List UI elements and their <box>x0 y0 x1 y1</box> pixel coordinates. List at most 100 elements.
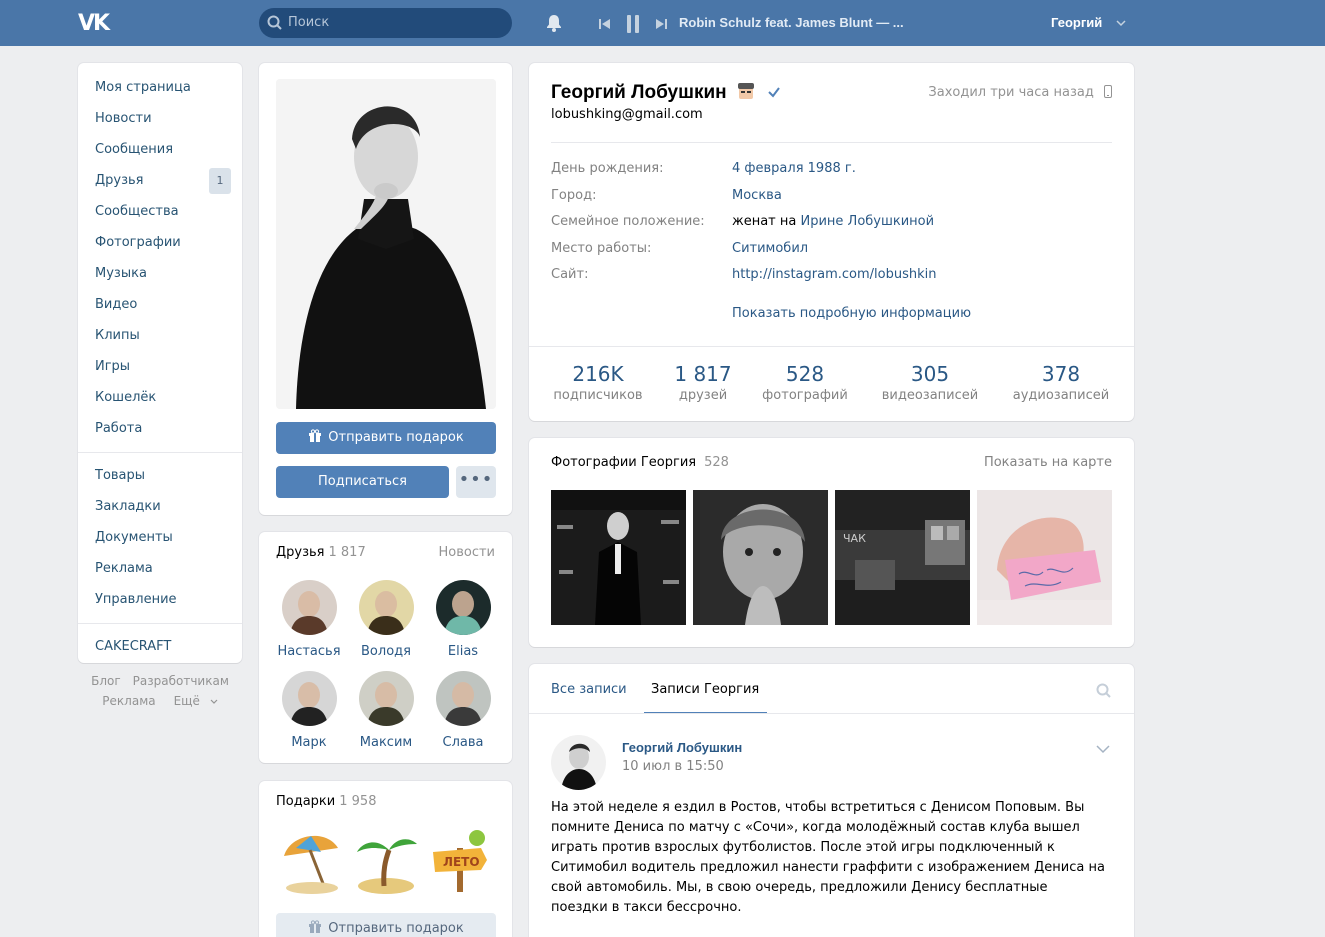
sidebar-item[interactable]: Игры <box>78 356 242 387</box>
sidebar-item[interactable]: Моя страница <box>78 77 242 108</box>
gift-icon <box>309 429 322 442</box>
sidebar-item[interactable]: Документы <box>78 527 242 558</box>
profile-counter[interactable]: 528 фотографий <box>745 362 865 403</box>
friend-item[interactable]: Марк <box>274 671 344 750</box>
profile-counter[interactable]: 378 аудиозаписей <box>1001 362 1121 403</box>
friend-item[interactable]: Максим <box>351 671 421 750</box>
send-gift-label: Отправить подарок <box>328 430 464 445</box>
sidebar-item[interactable]: Товары <box>78 465 242 496</box>
footer-link-blog[interactable]: Блог <box>91 674 121 688</box>
sidebar-item-label: Управление <box>95 592 177 607</box>
photos-block: Фотографии Георгия 528 Показать на карте … <box>529 438 1134 647</box>
friend-item[interactable]: Настасья <box>274 580 344 659</box>
sidebar-item[interactable]: Реклама <box>78 558 242 589</box>
sidebar-item-label: Моя страница <box>95 80 191 95</box>
sidebar-item[interactable]: Работа <box>78 418 242 449</box>
show-on-map-link[interactable]: Показать на карте <box>984 455 1112 470</box>
sidebar-item[interactable]: Музыка <box>78 263 242 294</box>
site-link[interactable]: http://instagram.com/lobushkin <box>732 267 936 282</box>
sidebar-item[interactable]: Фотографии <box>78 232 242 263</box>
sidebar-item[interactable]: Кошелёк <box>78 387 242 418</box>
gift-icon <box>309 920 322 933</box>
nav-divider <box>78 623 242 624</box>
avatar-card: Отправить подарок Подписаться ••• <box>259 63 512 515</box>
gifts-block: Подарки 1 958 ЛЕТО Отправить подарок <box>259 781 512 937</box>
send-gift-button-secondary[interactable]: Отправить подарок <box>276 913 496 937</box>
friend-item[interactable]: Слава <box>428 671 498 750</box>
sidebar-item-label: Кошелёк <box>95 390 157 405</box>
sidebar-item[interactable]: Видео <box>78 294 242 325</box>
svg-text:ЛЕТО: ЛЕТО <box>443 855 480 869</box>
notifications-bell-icon[interactable] <box>544 13 564 33</box>
sidebar-item[interactable]: CAKECRAFT <box>78 636 242 667</box>
post-author-name[interactable]: Георгий Лобушкин <box>622 740 742 755</box>
photo-thumbnail[interactable] <box>693 490 828 625</box>
send-gift-button[interactable]: Отправить подарок <box>276 422 496 454</box>
post-author-avatar[interactable] <box>551 735 606 790</box>
chevron-down-icon[interactable] <box>1096 745 1110 754</box>
wall-block: Все записи Записи Георгия Георгий Лобушк… <box>529 664 1134 937</box>
friends-block: Друзья 1 817 Новости Настасья Володя Elias М… <box>259 532 512 763</box>
friend-name: Elias <box>447 644 479 659</box>
birthday-link[interactable]: 4 февраля 1988 г. <box>732 161 856 176</box>
profile-info-card: Георгий Лобушкин lobushking@gmail.com За… <box>529 63 1134 421</box>
tab-own-posts[interactable]: Записи Георгия <box>651 682 759 697</box>
gifts-title[interactable]: Подарки 1 958 <box>276 794 376 809</box>
gift-palm-icon[interactable] <box>351 826 421 896</box>
verified-icon <box>768 87 781 98</box>
top-bar: VK Поиск Robin Schulz feat. James Blunt … <box>0 0 1325 46</box>
friend-avatar <box>358 580 414 635</box>
footer-link-ads[interactable]: Реклама <box>102 694 155 708</box>
user-menu-name[interactable]: Георгий <box>1051 15 1102 30</box>
friend-avatar <box>281 580 337 635</box>
subscribe-button[interactable]: Подписаться <box>276 466 449 498</box>
footer-link-developers[interactable]: Разработчикам <box>133 674 229 688</box>
post-date[interactable]: 10 июл в 15:50 <box>622 759 724 774</box>
work-link[interactable]: Ситимобил <box>732 241 808 256</box>
footer-link-more[interactable]: Ещё <box>168 694 218 708</box>
counter-label: видеозаписей <box>881 388 979 403</box>
show-more-info-link[interactable]: Показать подробную информацию <box>732 306 971 321</box>
sidebar-item[interactable]: Сообщения <box>78 139 242 170</box>
sidebar-item-label: Сообщества <box>95 204 179 219</box>
profile-avatar[interactable] <box>276 79 496 409</box>
emoji-icon <box>737 83 754 99</box>
send-gift-label: Отправить подарок <box>328 921 464 936</box>
profile-counter[interactable]: 216K подписчиков <box>538 362 658 403</box>
track-title[interactable]: Robin Schulz feat. James Blunt — ... <box>679 15 919 30</box>
pause-icon[interactable] <box>622 14 644 34</box>
tab-all-posts[interactable]: Все записи <box>551 682 627 697</box>
gift-umbrella-icon[interactable] <box>276 826 346 896</box>
photo-thumbnail[interactable] <box>551 490 686 625</box>
sidebar-item-label: Видео <box>95 297 138 312</box>
divider <box>551 142 1112 143</box>
chevron-down-icon[interactable] <box>1116 19 1126 27</box>
sidebar-item[interactable]: Управление <box>78 589 242 620</box>
gift-summer-sign-icon[interactable]: ЛЕТО <box>425 826 495 896</box>
spouse-link[interactable]: Ирине Лобушкиной <box>800 214 934 229</box>
sidebar-item[interactable]: Клипы <box>78 325 242 356</box>
photo-thumbnail[interactable]: ЧАК <box>835 490 970 625</box>
sidebar-item[interactable]: Сообщества <box>78 201 242 232</box>
sidebar-item-label: Клипы <box>95 328 140 343</box>
sidebar-item-label: Закладки <box>95 499 161 514</box>
profile-counter[interactable]: 305 видеозаписей <box>870 362 990 403</box>
search-placeholder: Поиск <box>288 15 330 30</box>
previous-track-icon[interactable] <box>598 16 612 32</box>
search-icon[interactable] <box>1096 683 1112 699</box>
friends-news-link[interactable]: Новости <box>438 545 495 560</box>
city-link[interactable]: Москва <box>732 188 782 203</box>
friend-item[interactable]: Elias <box>428 580 498 659</box>
sidebar-item-label: Фотографии <box>95 235 181 250</box>
photo-thumbnail[interactable] <box>977 490 1112 625</box>
sidebar-item[interactable]: Друзья 1 <box>78 168 242 201</box>
sidebar-item[interactable]: Закладки <box>78 496 242 527</box>
next-track-icon[interactable] <box>654 16 668 32</box>
vk-logo[interactable]: VK <box>78 11 110 36</box>
friend-item[interactable]: Володя <box>351 580 421 659</box>
more-actions-button[interactable]: ••• <box>456 466 496 498</box>
search-input[interactable]: Поиск <box>259 8 512 38</box>
friends-title[interactable]: Друзья 1 817 <box>276 545 366 560</box>
photos-title[interactable]: Фотографии Георгия 528 <box>551 455 729 470</box>
sidebar-item[interactable]: Новости <box>78 108 242 139</box>
